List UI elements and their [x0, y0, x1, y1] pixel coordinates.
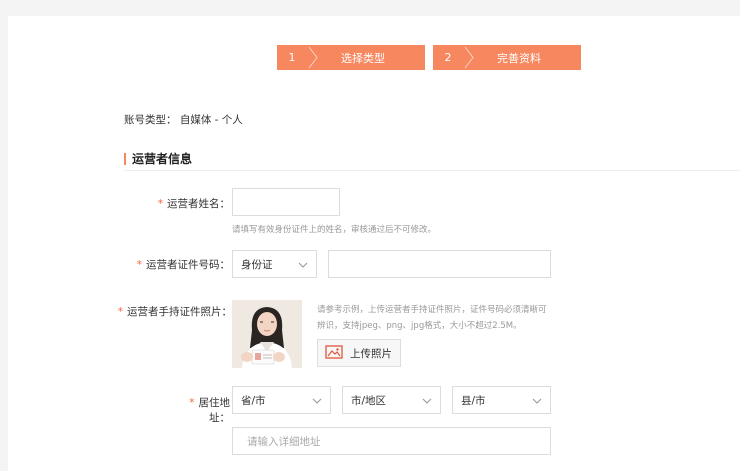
step-select-type[interactable]: 1 选择类型	[277, 45, 425, 70]
id-photo-label-text: 运营者手持证件照片：	[127, 306, 232, 318]
chevron-right-icon	[463, 45, 475, 70]
required-mark: *	[117, 306, 123, 318]
chevron-down-icon	[422, 396, 432, 408]
required-mark: *	[189, 397, 195, 409]
name-label: * 运营者姓名：	[150, 196, 230, 211]
section-accent-bar	[124, 152, 126, 165]
chevron-down-icon	[532, 396, 542, 408]
address-detail-placeholder: 请输入详细地址	[247, 435, 321, 448]
step-indicator: 1 选择类型 2 完善资料	[277, 45, 581, 70]
required-mark: *	[136, 259, 142, 271]
step-label: 完善资料	[497, 51, 541, 65]
id-photo-hint-line-1: 请参考示例，上传运营者手持证件照片，证件号码必须清晰可	[317, 305, 547, 315]
upload-photo-label: 上传照片	[350, 347, 392, 360]
name-label-text: 运营者姓名：	[167, 198, 230, 210]
id-number-label-text: 运营者证件号码：	[146, 259, 230, 271]
id-photo-example-image	[232, 300, 302, 368]
step-label: 选择类型	[341, 51, 385, 65]
required-mark: *	[157, 198, 163, 210]
id-photo-label: * 运营者手持证件照片：	[116, 304, 232, 319]
province-select[interactable]: 省/市	[232, 386, 331, 414]
step-complete-info[interactable]: 2 完善资料	[433, 45, 581, 70]
id-type-value: 身份证	[241, 258, 273, 271]
city-select[interactable]: 市/地区	[342, 386, 441, 414]
province-value: 省/市	[241, 394, 266, 407]
county-value: 县/市	[461, 394, 486, 407]
section-title: 运营者信息	[124, 150, 192, 167]
image-icon	[325, 344, 343, 362]
operator-name-input[interactable]	[232, 188, 340, 216]
chevron-down-icon	[298, 260, 308, 272]
id-photo-hint: 请参考示例，上传运营者手持证件照片，证件号码必须清晰可 辨识，支持jpeg、pn…	[317, 302, 547, 334]
city-value: 市/地区	[351, 394, 387, 407]
step-number: 2	[444, 51, 452, 64]
id-number-label: * 运营者证件号码：	[130, 257, 230, 272]
id-photo-hint-line-2: 辨识，支持jpeg、png、jpg格式，大小不超过2.5M。	[317, 321, 522, 331]
chevron-down-icon	[312, 396, 322, 408]
divider	[124, 170, 740, 171]
address-detail-input[interactable]: 请输入详细地址	[232, 427, 551, 455]
account-type-text: 账号类型： 自媒体 - 个人	[124, 114, 243, 126]
address-label-text: 居住地址：	[198, 397, 231, 424]
id-number-input[interactable]	[328, 250, 551, 278]
id-type-select[interactable]: 身份证	[232, 250, 317, 278]
county-select[interactable]: 县/市	[452, 386, 551, 414]
name-hint: 请填写有效身份证件上的姓名，审核通过后不可修改。	[232, 225, 437, 235]
step-number: 1	[288, 51, 296, 64]
chevron-right-icon	[307, 45, 319, 70]
section-title-text: 运营者信息	[132, 152, 193, 166]
address-label: * 居住地址：	[170, 395, 230, 425]
upload-photo-button[interactable]: 上传照片	[317, 339, 401, 367]
